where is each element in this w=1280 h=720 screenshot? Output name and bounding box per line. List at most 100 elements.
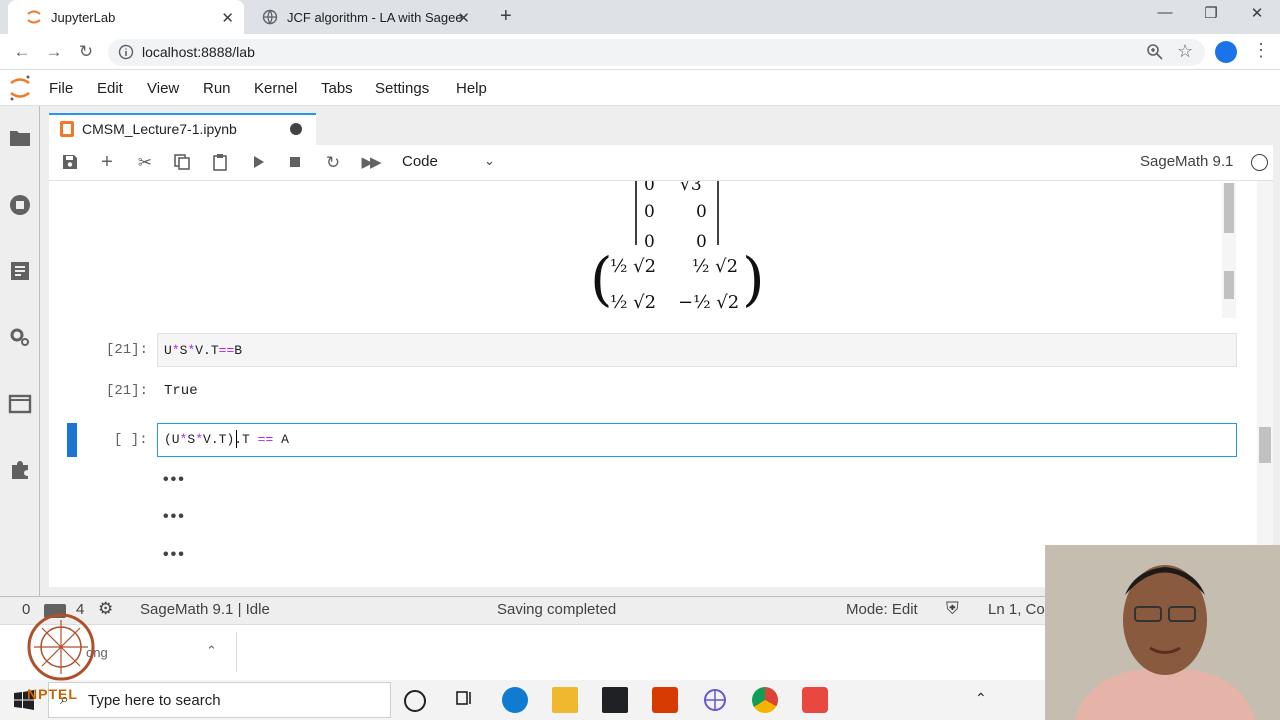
extension-icon[interactable] xyxy=(8,458,32,482)
minimize-icon[interactable]: — xyxy=(1142,4,1188,21)
close-tab-icon[interactable]: ✕ xyxy=(221,9,234,27)
file-explorer-icon[interactable] xyxy=(552,687,578,713)
edit-mode: Mode: Edit xyxy=(846,601,918,618)
forward-icon[interactable]: → xyxy=(44,42,64,62)
notebook-file-icon xyxy=(60,121,74,137)
menu-tabs[interactable]: Tabs xyxy=(321,80,353,97)
menu-file[interactable]: File xyxy=(49,80,73,97)
reload-icon[interactable]: ↻ xyxy=(76,42,96,62)
cortana-icon[interactable] xyxy=(404,690,426,712)
menu-help[interactable]: Help xyxy=(456,80,487,97)
collapsed-output[interactable]: ••• xyxy=(163,471,186,489)
matrix-cell: 0 xyxy=(644,202,655,222)
kernel-status-icon xyxy=(1251,154,1268,171)
fast-forward-icon[interactable]: ▶▶ xyxy=(360,153,381,173)
zoom-icon[interactable] xyxy=(1146,43,1164,66)
running-icon[interactable] xyxy=(8,193,32,217)
code-cell-input[interactable] xyxy=(157,333,1237,367)
cut-icon[interactable]: ✂ xyxy=(135,153,155,173)
nptel-logo xyxy=(26,612,96,682)
output-scrollbar[interactable] xyxy=(1222,183,1236,318)
close-window-icon[interactable]: ✕ xyxy=(1234,4,1280,22)
bookmark-star-icon[interactable]: ☆ xyxy=(1177,41,1193,62)
browser-tab-jcf[interactable]: JCF algorithm - LA with Sagee ✕ xyxy=(244,0,480,34)
active-cell-indicator xyxy=(67,423,77,457)
code-line: (U*S*V.T).T == A xyxy=(164,432,289,447)
cell-type-select[interactable]: Code xyxy=(402,153,438,170)
matrix-cell: 0 xyxy=(696,232,707,252)
browser-tab-label: JCF algorithm - LA with Sagee xyxy=(287,9,463,25)
right-paren: ) xyxy=(742,245,765,313)
code-line: U*S*V.T==B xyxy=(164,343,243,358)
notebook-toolbar xyxy=(49,145,1273,181)
browser-tab-label: JupyterLab xyxy=(51,9,116,25)
back-icon[interactable]: ← xyxy=(12,42,32,62)
output-prompt: [21]: xyxy=(106,383,149,399)
collapsed-output[interactable]: ••• xyxy=(163,508,186,526)
divider xyxy=(236,632,237,672)
chrome-icon[interactable] xyxy=(752,687,778,713)
shield-icon[interactable]: ⛨ xyxy=(946,599,959,619)
copy-icon[interactable] xyxy=(172,153,192,173)
browser-tab-jupyterlab[interactable]: JupyterLab ✕ xyxy=(8,0,244,34)
close-tab-icon[interactable]: ✕ xyxy=(457,9,470,27)
nptel-text: NPTEL xyxy=(27,686,78,702)
mail-icon[interactable] xyxy=(602,687,628,713)
matrix-cell: −½ √2 xyxy=(678,292,740,313)
save-icon[interactable] xyxy=(60,153,80,173)
commands-icon[interactable] xyxy=(8,259,32,283)
cell-output: True xyxy=(164,383,198,399)
matrix-cell: ½ √2 xyxy=(692,256,739,277)
tabs-icon[interactable] xyxy=(8,392,32,416)
restore-icon[interactable]: ❐ xyxy=(1188,4,1234,22)
menu-edit[interactable]: Edit xyxy=(97,80,123,97)
taskbar-search-placeholder: Type here to search xyxy=(88,692,221,709)
info-icon[interactable] xyxy=(118,44,134,65)
matrix-cell: ½ √2 xyxy=(610,292,657,313)
tray-chevron-icon[interactable]: ⌃ xyxy=(975,690,987,707)
left-sidebar xyxy=(0,106,40,626)
text-cursor xyxy=(236,430,237,448)
kernel-name[interactable]: SageMath 9.1 xyxy=(1140,153,1233,170)
camtasia-icon[interactable] xyxy=(802,687,828,713)
run-icon[interactable] xyxy=(248,153,268,173)
stop-icon[interactable] xyxy=(285,153,305,173)
restart-icon[interactable]: ↻ xyxy=(323,153,343,173)
edge-icon[interactable] xyxy=(502,687,528,713)
chevron-up-icon[interactable]: ⌃ xyxy=(206,643,217,659)
matrix-cell: 0 xyxy=(644,181,655,193)
code-cell-input-active[interactable] xyxy=(157,423,1237,457)
notebook-tab-label: CMSM_Lecture7-1.ipynb xyxy=(82,121,237,137)
new-tab-button[interactable]: + xyxy=(500,5,512,28)
task-view-icon[interactable] xyxy=(453,687,479,713)
menu-view[interactable]: View xyxy=(147,80,179,97)
url-text: localhost:8888/lab xyxy=(142,44,255,60)
menu-run[interactable]: Run xyxy=(203,80,231,97)
cursor-position[interactable]: Ln 1, Co xyxy=(988,601,1045,618)
gear-icon[interactable]: ⚙ xyxy=(98,599,113,619)
gear-icon[interactable] xyxy=(8,325,32,349)
address-bar[interactable] xyxy=(108,39,1205,66)
input-prompt: [ ]: xyxy=(114,432,148,448)
matrix-cell: 0 xyxy=(696,202,707,222)
profile-avatar[interactable] xyxy=(1215,41,1237,63)
paste-icon[interactable] xyxy=(210,153,230,173)
menu-kernel[interactable]: Kernel xyxy=(254,80,297,97)
matrix-cell: ½ √2 xyxy=(610,256,657,277)
chevron-down-icon[interactable]: ⌄ xyxy=(484,153,495,169)
presenter-webcam xyxy=(1045,545,1280,720)
geogebra-icon[interactable] xyxy=(702,687,728,713)
matrix-cell: √3 xyxy=(680,181,702,193)
menu-settings[interactable]: Settings xyxy=(375,80,429,97)
jupyter-icon xyxy=(26,9,42,25)
unsaved-dot-icon[interactable] xyxy=(290,123,302,135)
kernel-status[interactable]: SageMath 9.1 | Idle xyxy=(140,601,270,618)
folder-icon[interactable] xyxy=(8,126,32,150)
office-icon[interactable] xyxy=(652,687,678,713)
collapsed-output[interactable]: ••• xyxy=(163,546,186,564)
jupyter-logo-icon xyxy=(8,74,32,107)
add-cell-icon[interactable]: + xyxy=(97,152,117,173)
notebook-scrollbar[interactable] xyxy=(1257,181,1273,587)
more-menu-icon[interactable]: ⋮ xyxy=(1252,40,1270,61)
input-prompt: [21]: xyxy=(106,342,149,358)
